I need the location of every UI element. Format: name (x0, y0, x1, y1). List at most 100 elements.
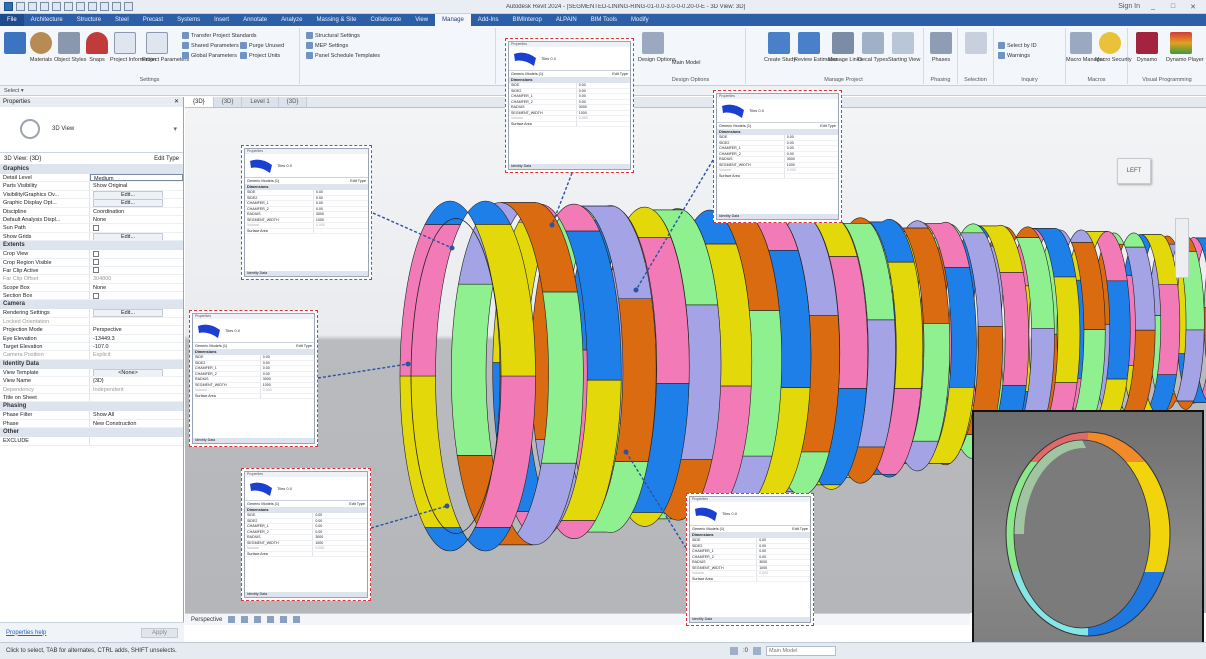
callout-param-value[interactable]: 0.00 (757, 538, 810, 543)
callout-param-value[interactable]: 0.00 (785, 146, 838, 151)
category-header[interactable]: Other (0, 428, 183, 438)
sign-in-button[interactable]: Sign In (1118, 3, 1140, 11)
tab-analyze[interactable]: Analyze (274, 14, 309, 26)
checkbox[interactable] (93, 250, 99, 257)
callout-param-value[interactable] (785, 174, 838, 179)
selection-icon[interactable] (965, 32, 987, 54)
callout-type-selector[interactable]: Tiles 0.0 (193, 319, 314, 343)
project-parameters-icon[interactable] (146, 32, 168, 54)
revit-logo-icon[interactable] (4, 2, 13, 11)
callout-param-value[interactable]: 0.000 (261, 388, 314, 393)
callout-param-value[interactable]: 0.00 (314, 190, 368, 195)
properties-close-icon[interactable]: ✕ (174, 97, 179, 107)
tab-view[interactable]: View (408, 14, 435, 26)
callout-param-value[interactable]: 0.00 (261, 355, 314, 360)
phases-icon[interactable] (930, 32, 952, 54)
checkbox[interactable] (93, 267, 99, 274)
review-estimates-icon[interactable] (798, 32, 820, 54)
tab-annotate[interactable]: Annotate (236, 14, 274, 26)
callout-param-value[interactable]: 0.000 (313, 546, 367, 551)
global-parameters-button[interactable]: Global Parameters (182, 52, 237, 59)
tab-biminterop[interactable]: BIMInterop (505, 14, 548, 26)
callout-param-value[interactable]: 0.00 (261, 366, 314, 371)
callout-param-value[interactable]: 1000 (785, 163, 838, 168)
ring-segment[interactable] (424, 527, 511, 552)
category-header[interactable]: Extents (0, 241, 183, 251)
property-value[interactable] (90, 267, 183, 274)
property-value[interactable] (90, 437, 183, 444)
category-header[interactable]: Phasing (0, 402, 183, 412)
print-icon[interactable] (64, 2, 73, 11)
properties-help-link[interactable]: Properties help (6, 630, 46, 636)
view-tab[interactable]: Level 1 (242, 97, 279, 107)
callout-param-value[interactable] (757, 577, 810, 582)
tab-modify[interactable]: Modify (624, 14, 656, 26)
ring-segment[interactable] (999, 272, 1029, 386)
property-value[interactable]: Medium (90, 174, 183, 182)
callout-param-value[interactable]: 0.00 (313, 530, 367, 535)
callout-param-value[interactable]: 1000 (314, 218, 368, 223)
undo-icon[interactable] (40, 2, 49, 11)
view-tab[interactable]: {3D} (213, 97, 243, 107)
macro-security-icon[interactable] (1099, 32, 1121, 54)
callout-param-value[interactable]: 0.00 (314, 196, 368, 201)
callout-param-value[interactable]: 1000 (577, 111, 630, 116)
decal-types-icon[interactable] (862, 32, 884, 54)
callout-param-value[interactable]: 0.00 (313, 519, 367, 524)
modify-icon[interactable] (4, 32, 26, 54)
view-tab[interactable]: {3D} (185, 97, 214, 107)
callout-param-value[interactable]: 0.00 (757, 555, 810, 560)
tab-add-ins[interactable]: Add-Ins (471, 14, 506, 26)
callout-param-value[interactable]: 0.000 (314, 223, 368, 228)
ring-segment[interactable] (1157, 283, 1181, 375)
callout-param-value[interactable]: 0.00 (577, 89, 630, 94)
edit-button[interactable]: <None> (93, 368, 163, 377)
ring-segment[interactable] (450, 283, 494, 456)
open-icon[interactable] (16, 2, 25, 11)
purge-unused-button[interactable]: Purge Unused (240, 42, 284, 49)
callout-param-value[interactable]: 1000 (313, 541, 367, 546)
property-value[interactable]: <None> (90, 368, 183, 377)
callout-param-value[interactable]: 0.00 (577, 100, 630, 105)
callout-edit-type-button[interactable]: Edit Type (350, 178, 366, 184)
dynamo-icon[interactable] (1136, 32, 1158, 54)
callout-type-selector[interactable]: Tiles 0.0 (509, 47, 630, 71)
checkbox[interactable] (93, 292, 99, 299)
callout-edit-type-button[interactable]: Edit Type (612, 71, 628, 77)
thin-lines-icon[interactable] (124, 2, 133, 11)
project-information-icon[interactable] (114, 32, 136, 54)
callout-param-value[interactable]: 0.00 (314, 207, 368, 212)
section-icon[interactable] (112, 2, 121, 11)
property-value[interactable]: Perspective (90, 326, 183, 333)
macro-manager-icon[interactable] (1070, 32, 1092, 54)
save-icon[interactable] (28, 2, 37, 11)
callout-edit-type-button[interactable]: Edit Type (792, 526, 808, 532)
main-model-select[interactable]: Main Model (672, 60, 700, 66)
callout-param-value[interactable]: 0.00 (785, 141, 838, 146)
callout-type-selector[interactable]: Tiles 0.0 (245, 477, 367, 501)
callout-param-value[interactable]: 0.00 (313, 513, 367, 518)
shared-parameters-button[interactable]: Shared Parameters (182, 42, 239, 49)
property-value[interactable] (90, 250, 183, 257)
edit-button[interactable]: Edit... (93, 309, 163, 317)
property-value[interactable]: Edit... (90, 309, 183, 317)
project-units-button[interactable]: Project Units (240, 52, 280, 59)
callout-param-value[interactable] (313, 552, 367, 557)
projection-mode-label[interactable]: Perspective (191, 614, 222, 625)
callout-param-value[interactable]: 0.00 (757, 549, 810, 554)
reveal-icon[interactable] (280, 616, 288, 623)
callout-param-value[interactable]: 0.00 (577, 94, 630, 99)
structural-settings-button[interactable]: Structural Settings (306, 32, 360, 39)
tab-structure[interactable]: Structure (70, 14, 108, 26)
callout-param-value[interactable]: 0.00 (313, 524, 367, 529)
type-selector[interactable]: 3D View ▾ (0, 107, 183, 153)
tab-collaborate[interactable]: Collaborate (364, 14, 409, 26)
category-header[interactable]: Camera (0, 300, 183, 310)
property-value[interactable]: Edit... (90, 199, 183, 207)
property-value[interactable] (90, 292, 183, 299)
panel-schedule-templates-button[interactable]: Panel Schedule Templates (306, 52, 380, 59)
callout-param-value[interactable]: 1000 (757, 566, 810, 571)
maximize-button[interactable]: □ (1166, 3, 1180, 11)
property-value[interactable] (90, 394, 183, 401)
mep-settings-button[interactable]: MEP Settings (306, 42, 348, 49)
